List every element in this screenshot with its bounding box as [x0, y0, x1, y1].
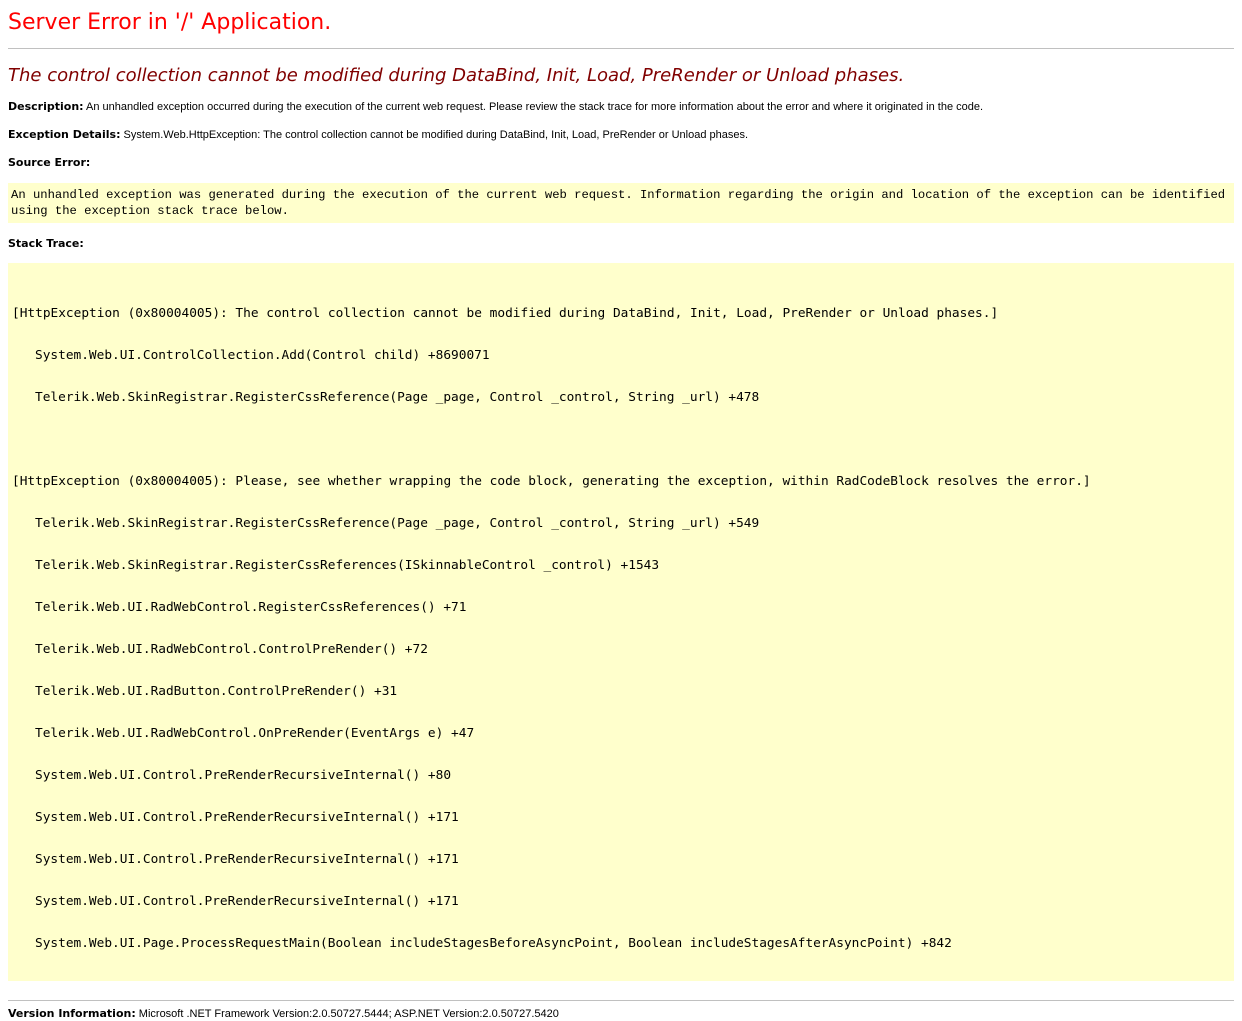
source-error-text: An unhandled exception was generated dur…	[11, 188, 1226, 218]
version-information-label: Version Information:	[8, 1007, 136, 1020]
stack-trace-box: [HttpException (0x80004005): The control…	[8, 263, 1234, 981]
description: Description: An unhandled exception occu…	[8, 100, 1234, 114]
stack-trace-frame: Telerik.Web.UI.RadWebControl.RegisterCss…	[35, 600, 467, 615]
stack-trace-frame: Telerik.Web.SkinRegistrar.RegisterCssRef…	[35, 558, 660, 573]
stack-trace-frame: System.Web.UI.ControlCollection.Add(Cont…	[35, 348, 490, 363]
stack-trace-frame: Telerik.Web.UI.RadWebControl.ControlPreR…	[35, 642, 428, 657]
stack-trace-label: Stack Trace:	[8, 237, 84, 250]
exception-details: Exception Details: System.Web.HttpExcept…	[8, 128, 1234, 142]
description-text: An unhandled exception occurred during t…	[86, 101, 984, 113]
stack-trace-frame: System.Web.UI.Control.PreRenderRecursive…	[35, 894, 459, 909]
version-information-text: Microsoft .NET Framework Version:2.0.507…	[138, 1008, 559, 1020]
source-error-label: Source Error:	[8, 156, 91, 169]
stack-trace-frame: System.Web.UI.Page.ProcessRequestMain(Bo…	[35, 936, 952, 951]
version-information: Version Information: Microsoft .NET Fram…	[8, 1007, 1234, 1021]
stack-trace-exception-header: [HttpException (0x80004005): The control…	[12, 306, 999, 321]
page-title: Server Error in '/' Application.	[8, 10, 332, 35]
stack-trace-frame: Telerik.Web.SkinRegistrar.RegisterCssRef…	[35, 516, 760, 531]
error-message: The control collection cannot be modifie…	[8, 65, 905, 86]
stack-trace-block: [HttpException (0x80004005): The control…	[12, 279, 1230, 433]
source-error-box: An unhandled exception was generated dur…	[8, 183, 1234, 223]
stack-trace-exception-header: [HttpException (0x80004005): Please, see…	[12, 474, 1091, 489]
stack-trace-block: [HttpException (0x80004005): Please, see…	[12, 447, 1230, 979]
version-divider	[8, 1000, 1234, 1001]
source-error-heading: Source Error:	[8, 156, 1234, 170]
stack-trace-frame: Telerik.Web.UI.RadWebControl.OnPreRender…	[35, 726, 475, 741]
stack-trace-heading: Stack Trace:	[8, 237, 1234, 251]
exception-details-label: Exception Details:	[8, 128, 121, 141]
exception-details-text: System.Web.HttpException: The control co…	[123, 129, 749, 141]
stack-trace-frame: System.Web.UI.Control.PreRenderRecursive…	[35, 852, 459, 867]
description-label: Description:	[8, 100, 84, 113]
title-divider	[8, 48, 1234, 49]
stack-trace-frame: Telerik.Web.UI.RadButton.ControlPreRende…	[35, 684, 398, 699]
stack-trace-frame: System.Web.UI.Control.PreRenderRecursive…	[35, 768, 452, 783]
stack-trace-frame: Telerik.Web.SkinRegistrar.RegisterCssRef…	[35, 390, 760, 405]
